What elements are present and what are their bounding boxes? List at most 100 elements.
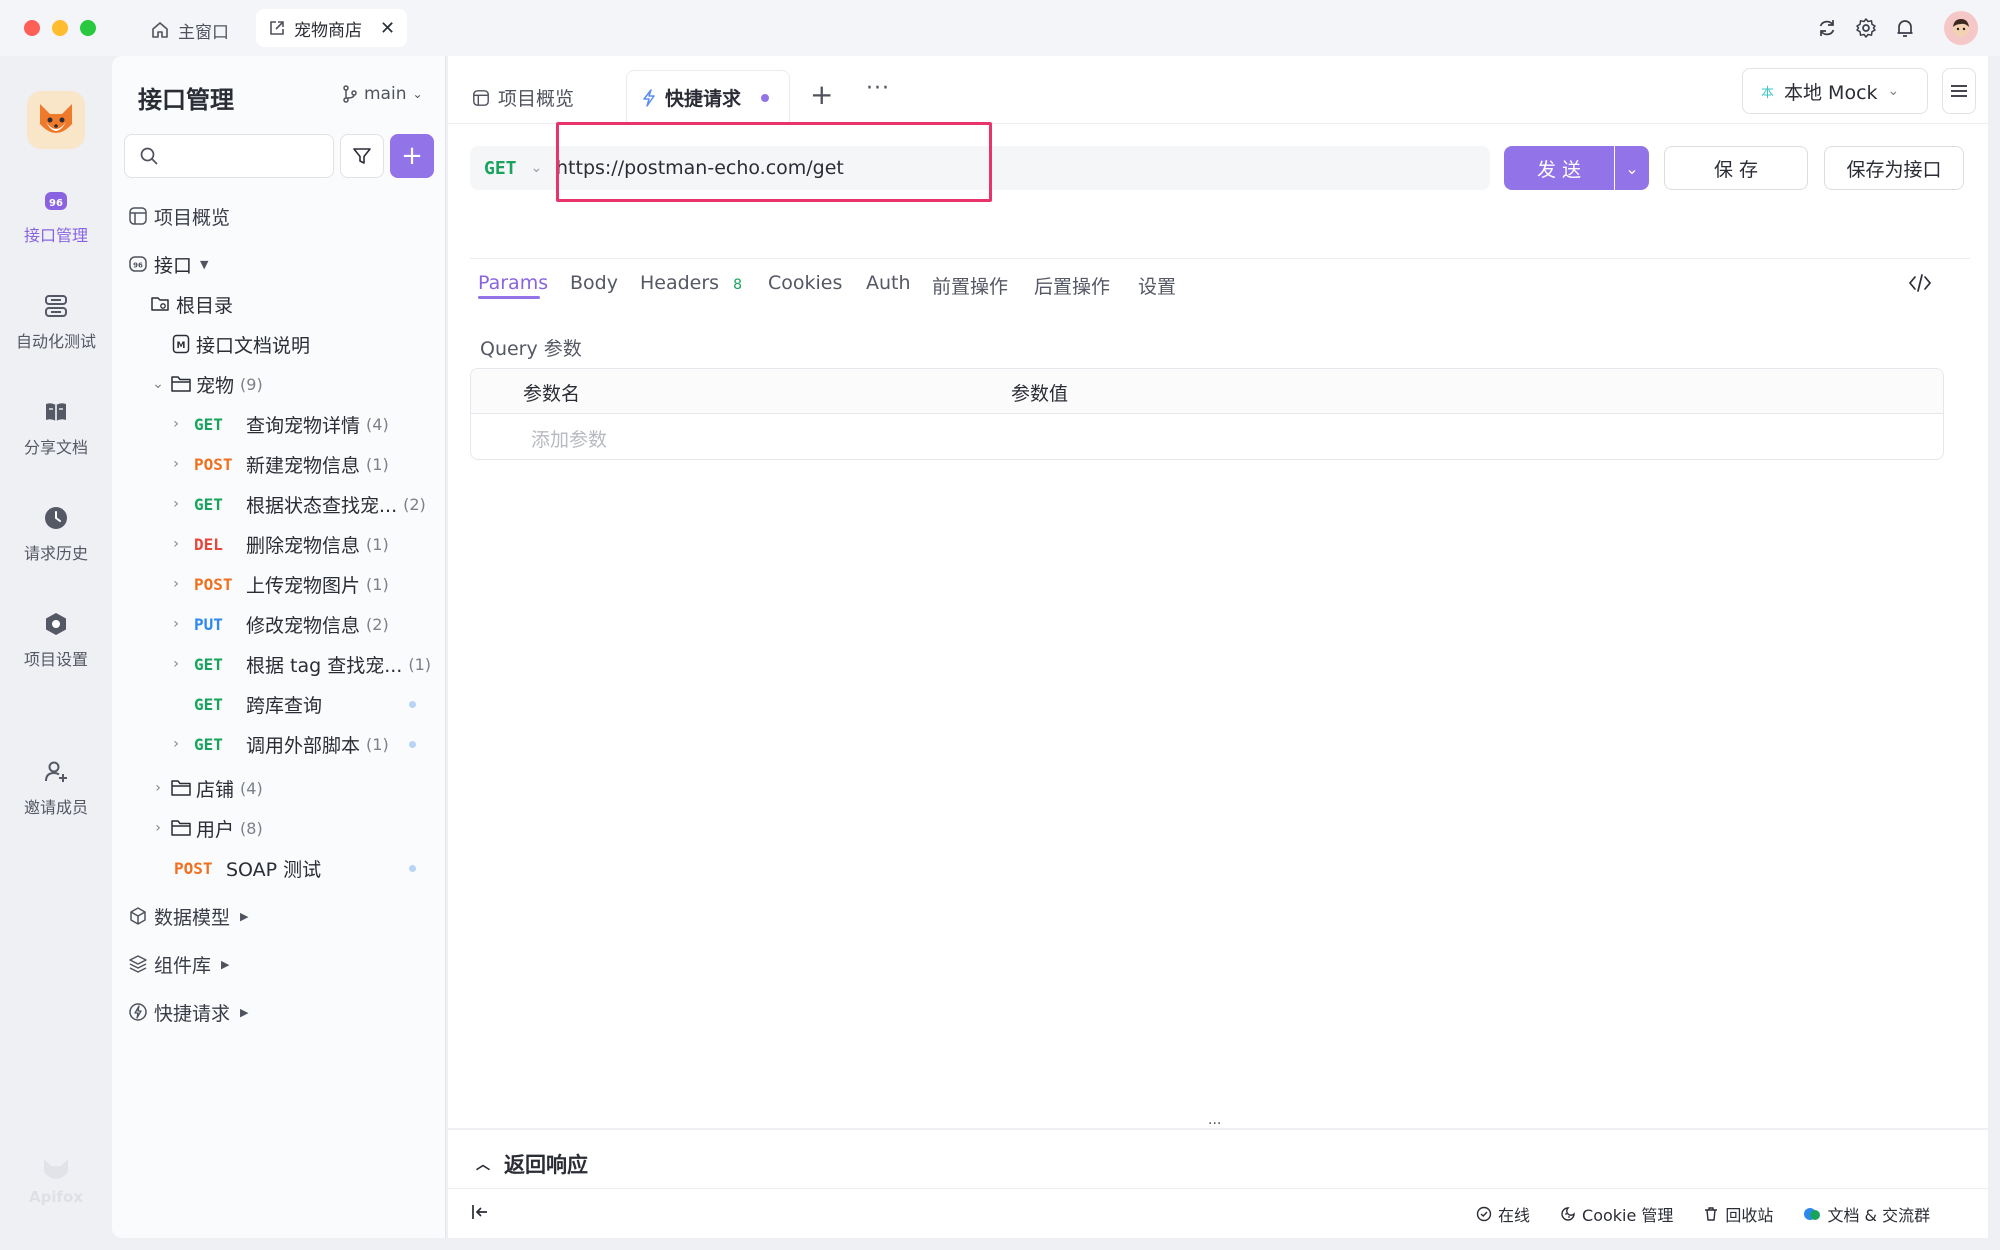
filter-icon [353,148,371,164]
tree-item-endpoint[interactable]: › GET 根据 tag 查找宠... (1) [168,644,431,684]
response-header[interactable]: ︿ 返回响应 [476,1149,588,1179]
tree-item-api-root[interactable]: 96 接口 ▼ [128,244,208,284]
drag-handle-icon[interactable]: ··· [1208,1116,1221,1132]
more-tabs-button[interactable]: ··· [866,76,890,101]
tree-folder-pets-count: (9) [240,374,263,394]
tree-folder-shop[interactable]: › 店铺 (4) [150,768,263,808]
add-param-input[interactable]: 添加参数 [531,425,607,452]
rail-item-api-label: 接口管理 [23,226,88,245]
rail-item-invite[interactable]: 邀请成员 [0,756,112,818]
trash-label: 回收站 [1725,1206,1774,1225]
save-button[interactable]: 保 存 [1664,146,1808,190]
title-bar: 主窗口 宠物商店 ✕ [0,0,2000,56]
rail-item-history[interactable]: 请求历史 [0,502,112,564]
tree-item-endpoint[interactable]: › POST 新建宠物信息 (1) [168,444,389,484]
close-tab-icon[interactable]: ✕ [380,18,395,39]
rail-item-share-docs[interactable]: 分享文档 [0,396,112,458]
tree-item-overview[interactable]: 项目概览 [128,196,230,236]
menu-button[interactable] [1942,68,1976,114]
new-tab-button[interactable]: + [810,78,833,111]
chevron-right-icon: › [173,416,179,432]
tree-item-endpoint[interactable]: › DEL 删除宠物信息 (1) [168,524,389,564]
tab-headers[interactable]: Headers 8 [640,272,742,294]
response-title: 返回响应 [504,1153,588,1177]
tree-item-endpoint[interactable]: › GET 根据状态查找宠... (2) [168,484,426,524]
environment-selector[interactable]: 本 本地 Mock ⌄ [1742,68,1928,114]
tab-auth[interactable]: Auth [866,272,911,294]
tab-project[interactable]: 宠物商店 ✕ [256,9,408,47]
chevron-right-icon: › [173,496,179,512]
tree-item-soap[interactable]: POST SOAP 测试 [174,848,321,888]
collapse-sidebar-button[interactable] [470,1202,490,1226]
avatar[interactable] [1944,11,1978,45]
tree-item-doc-label: 接口文档说明 [196,334,311,357]
tree-item-endpoint[interactable]: › GET 调用外部脚本 (1) [168,724,389,764]
branch-name: main [364,84,407,104]
code-view-button[interactable] [1908,272,1932,298]
search-input[interactable] [124,134,334,178]
chevron-right-icon: › [173,456,179,472]
bell-icon[interactable] [1893,16,1917,40]
refresh-icon[interactable] [1815,16,1839,40]
tree-item-doc[interactable]: M 接口文档说明 [172,324,310,364]
chevron-down-icon: ⌄ [412,87,423,101]
headers-count-badge: 8 [733,277,743,293]
tree-item-data-models[interactable]: 数据模型 ▶ [128,896,248,936]
maximize-window-button[interactable] [80,20,96,36]
rail-item-project-settings[interactable]: 项目设置 [0,608,112,670]
tab-quick-request[interactable]: 快捷请求 [626,70,790,125]
tab-settings[interactable]: 设置 [1138,272,1176,299]
tab-project-label: 宠物商店 [294,20,362,41]
tab-quick-request-label: 快捷请求 [665,88,742,110]
endpoint-count: (2) [366,614,389,634]
endpoint-count: (4) [366,414,389,434]
app-logo [27,91,85,149]
rail-item-automation[interactable]: 自动化测试 [0,290,112,352]
send-options-button[interactable]: ⌄ [1615,146,1649,190]
tab-params[interactable]: Params [478,272,548,294]
save-as-api-button[interactable]: 保存为接口 [1824,146,1964,190]
tree-item-quick-requests[interactable]: 快捷请求 ▶ [128,992,248,1032]
collapse-left-icon [472,1205,487,1219]
docs-community[interactable]: 文档 & 交流群 [1803,1202,1930,1226]
tab-body[interactable]: Body [570,272,618,294]
svg-text:M: M [177,341,186,351]
online-status[interactable]: 在线 [1476,1202,1530,1226]
gear-icon[interactable] [1854,16,1878,40]
rail-item-api[interactable]: 96 接口管理 [0,184,112,246]
tree-item-endpoint[interactable]: GET 跨库查询 [168,684,328,724]
branch-icon [343,85,357,103]
tab-home[interactable]: 主窗口 [140,12,239,48]
trash[interactable]: 回收站 [1703,1202,1773,1226]
tab-cookies[interactable]: Cookies [768,272,842,294]
chevron-right-icon: › [173,536,179,552]
filter-button[interactable] [340,134,384,178]
tree-item-components[interactable]: 组件库 ▶ [128,944,229,984]
env-badge: 本 [1761,85,1775,101]
tree-item-endpoint[interactable]: › PUT 修改宠物信息 (2) [168,604,389,644]
tab-pre-actions[interactable]: 前置操作 [932,272,1008,299]
minimize-window-button[interactable] [52,20,68,36]
main-area: 项目概览 快捷请求 + ··· 本 本地 Mock ⌄ GET ⌄ https:… [448,56,1988,1238]
method-selector[interactable]: GET ⌄ [484,146,542,190]
method-badge: GET [194,694,223,714]
tab-post-actions[interactable]: 后置操作 [1034,272,1110,299]
tree-item-endpoint[interactable]: › GET 查询宠物详情 (4) [168,404,389,444]
tree-folder-pets[interactable]: ⌄ 宠物 (9) [150,364,263,404]
close-window-button[interactable] [24,20,40,36]
tree-item-endpoint[interactable]: › POST 上传宠物图片 (1) [168,564,389,604]
tree-item-root-dir[interactable]: 根目录 [150,284,233,324]
chevron-down-icon: ⌄ [1887,83,1900,99]
tab-overview[interactable]: 项目概览 [472,84,574,111]
cookie-label: Cookie 管理 [1582,1206,1674,1225]
home-icon [152,22,168,38]
add-button[interactable]: + [390,134,434,178]
cookie-manager[interactable]: Cookie 管理 [1560,1202,1673,1226]
chevron-right-icon: › [173,576,179,592]
online-label: 在线 [1498,1206,1531,1225]
tree-folder-user[interactable]: › 用户 (8) [150,808,263,848]
plus-icon: + [810,78,834,111]
branch-selector[interactable]: main ⌄ [342,84,423,104]
add-user-icon [40,756,72,788]
send-button[interactable]: 发 送 [1504,146,1614,190]
